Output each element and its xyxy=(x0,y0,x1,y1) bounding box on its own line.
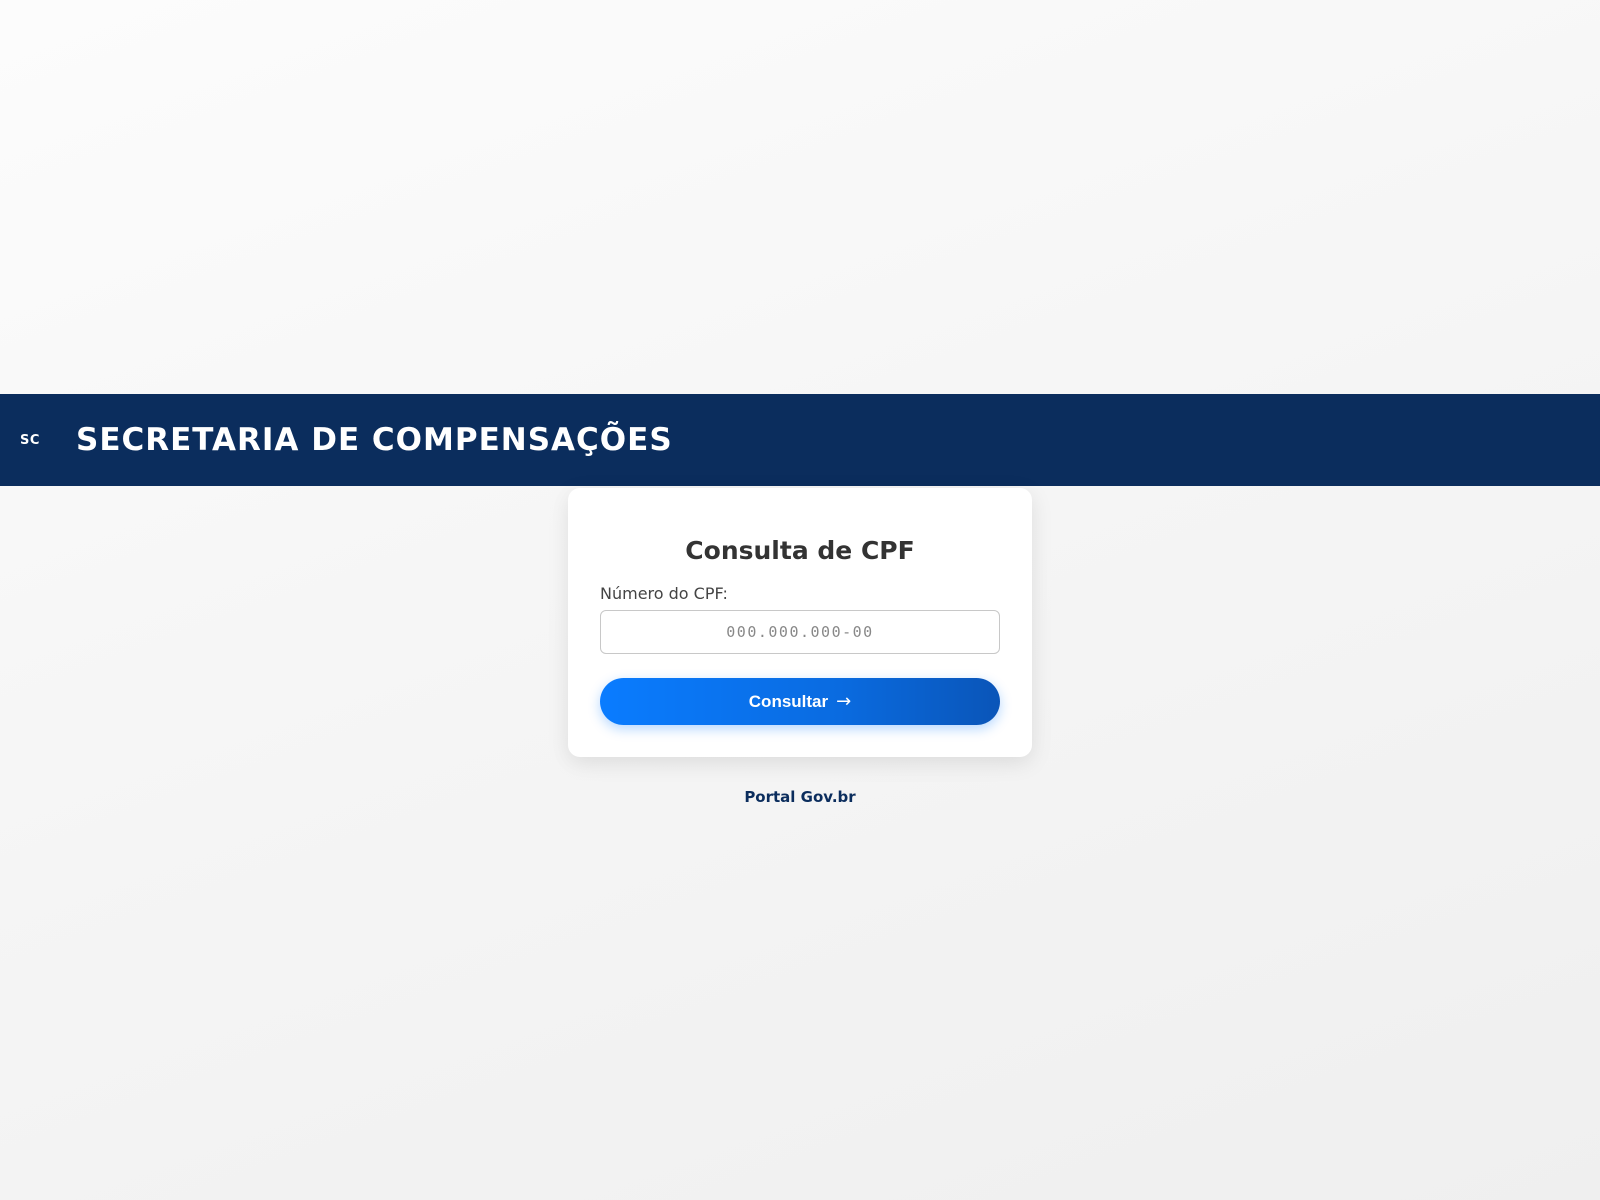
site-logo: SC xyxy=(20,432,40,448)
site-title: SECRETARIA DE COMPENSAÇÕES xyxy=(76,422,673,458)
cpf-lookup-card: Consulta de CPF Número do CPF: Consultar… xyxy=(568,488,1032,757)
site-header: SC SECRETARIA DE COMPENSAÇÕES xyxy=(0,394,1600,486)
consultar-button[interactable]: Consultar → xyxy=(600,678,1000,725)
arrow-right-icon: → xyxy=(836,691,852,712)
cpf-input[interactable] xyxy=(600,610,1000,654)
portal-govbr-link[interactable]: Portal Gov.br xyxy=(0,788,1600,806)
consultar-button-label: Consultar xyxy=(748,691,829,711)
cpf-field-label: Número do CPF: xyxy=(600,584,728,603)
card-title: Consulta de CPF xyxy=(685,536,915,565)
